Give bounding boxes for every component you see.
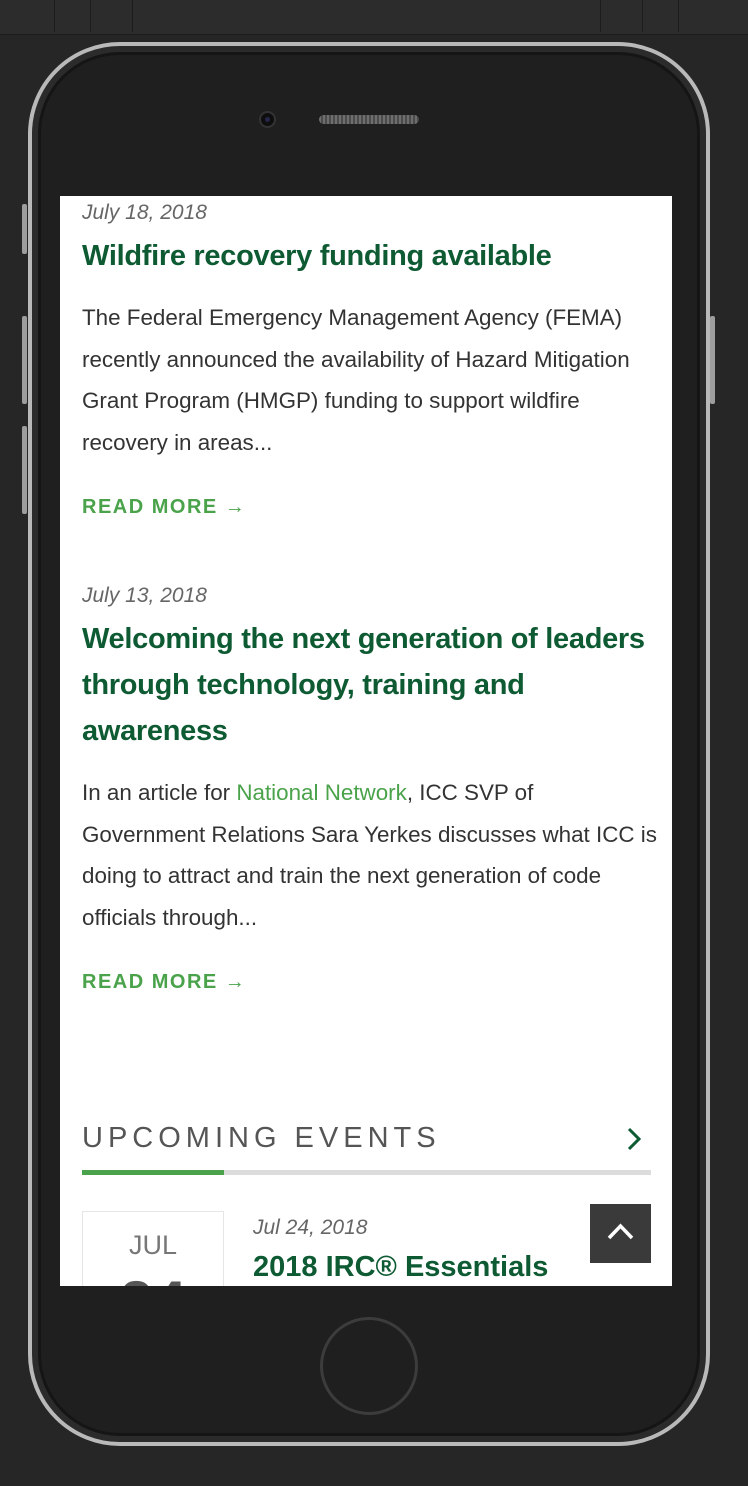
event-month: JUL [128, 1230, 177, 1260]
post-excerpt: In an article for National Network, ICC … [82, 772, 657, 938]
heading-underline-accent [82, 1170, 224, 1175]
post-title[interactable]: Welcoming the next generation of leaders… [82, 616, 652, 754]
scroll-to-top-button[interactable] [590, 1204, 651, 1263]
power-button [710, 316, 715, 404]
event-date: Jul 24, 2018 [253, 1216, 368, 1239]
event-day: 24 [83, 1268, 223, 1286]
national-network-link[interactable]: National Network [236, 780, 407, 805]
home-button[interactable] [320, 1317, 418, 1415]
section-heading: UPCOMING EVENTS [82, 1122, 441, 1154]
toolbar-divider [600, 0, 601, 32]
post-title[interactable]: Wildfire recovery funding available [82, 233, 652, 279]
volume-down-button [22, 426, 27, 514]
read-more-link[interactable]: READ MORE → [82, 971, 246, 994]
toolbar-divider [678, 0, 679, 32]
volume-up-button [22, 316, 27, 404]
event-title[interactable]: 2018 IRC® Essentials [253, 1251, 548, 1284]
chevron-right-icon-svg [627, 1127, 642, 1151]
earpiece-speaker [319, 115, 419, 124]
chevron-right-icon[interactable] [626, 1124, 644, 1162]
browser-toolbar [0, 0, 748, 35]
toolbar-divider [90, 0, 91, 32]
post-date: July 13, 2018 [82, 584, 207, 607]
toolbar-divider [132, 0, 133, 32]
front-camera [259, 111, 276, 128]
event-date-box: JUL 24 [82, 1211, 224, 1286]
post-excerpt: The Federal Emergency Management Agency … [82, 305, 630, 455]
read-more-link[interactable]: READ MORE → [82, 496, 246, 519]
toolbar-divider [54, 0, 55, 32]
post-date: July 18, 2018 [82, 201, 207, 224]
chevron-up-icon [607, 1223, 634, 1240]
phone-screen: July 18, 2018 Wildfire recovery funding … [60, 196, 672, 1286]
excerpt-text: In an article for [82, 780, 237, 805]
mute-switch [22, 204, 27, 254]
toolbar-divider [642, 0, 643, 32]
